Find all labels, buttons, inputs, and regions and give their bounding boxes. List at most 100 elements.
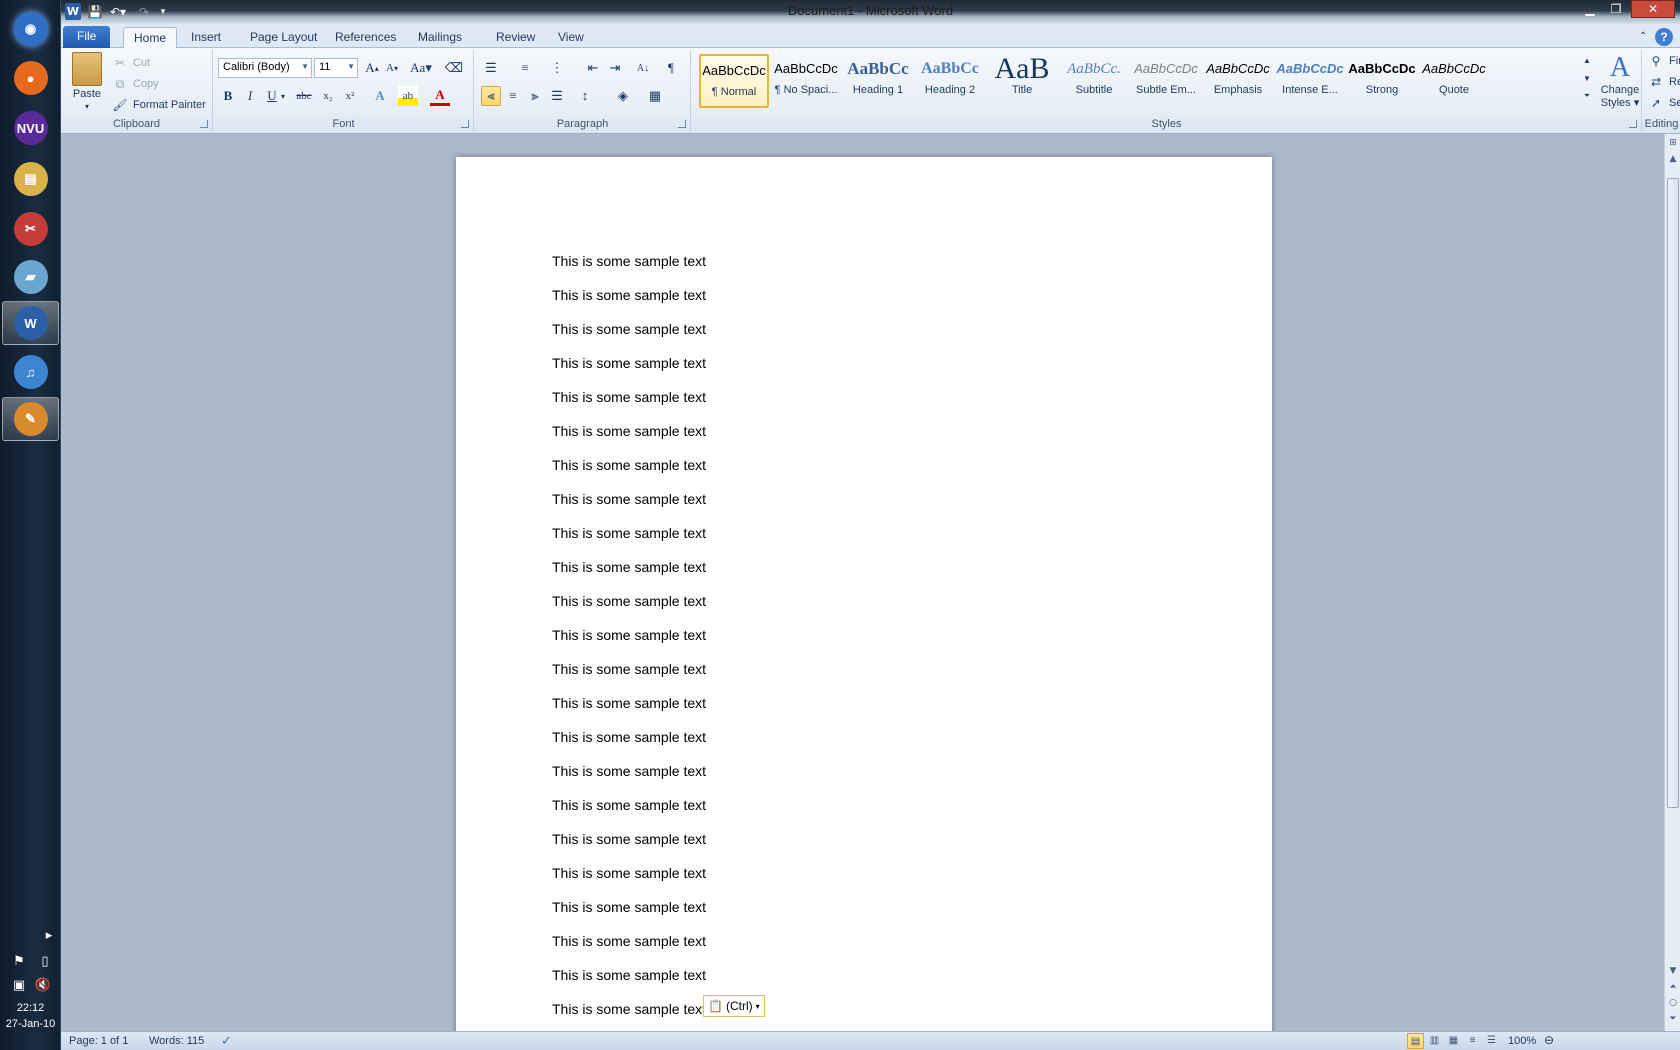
ruler-toggle-icon[interactable]: ⊞ [1665,136,1680,150]
style-gallery-item[interactable]: AaBbCcDc Subtle Em... [1131,54,1201,108]
format-painter-button[interactable]: 🖌 Format Painter [111,96,205,114]
tab-insert[interactable]: Insert [181,27,231,48]
document-paragraph[interactable]: This is some sample text [552,933,706,967]
taskbar-button[interactable]: ◉ [2,7,59,51]
help-icon[interactable]: ? [1655,28,1673,46]
styles-scroll-up-icon[interactable]: ▲ [1577,52,1597,68]
taskbar-button[interactable]: ✎ [2,397,59,441]
tab-references[interactable]: References [325,27,406,48]
select-browse-object-icon[interactable]: ○ [1665,996,1680,1010]
styles-dialog-launcher[interactable] [1629,120,1637,128]
align-center-button[interactable]: ≡ [503,86,523,106]
document-paragraph[interactable]: This is some sample text [552,321,706,355]
document-paragraph[interactable]: This is some sample text [552,457,706,491]
document-paragraph[interactable]: This is some sample text [552,865,706,899]
italic-button[interactable]: I [240,86,260,106]
multilevel-list-icon[interactable]: ⋮ [547,58,567,78]
sort-icon[interactable]: A↓ [633,58,653,78]
document-paragraph[interactable]: This is some sample text [552,287,706,321]
tab-review[interactable]: Review [486,27,545,48]
power-icon[interactable]: ▯ [36,954,54,970]
justify-button[interactable]: ☰ [547,86,567,106]
word-count-status[interactable]: Words: 115 [149,1035,204,1047]
minimize-ribbon-icon[interactable]: ⌃ [1635,27,1651,48]
taskbar-button[interactable]: ✂ [2,207,59,251]
style-gallery-item[interactable]: AaBbCc Heading 1 [843,54,913,108]
taskbar-button[interactable]: ▰ [2,255,59,299]
bullets-icon[interactable]: ☰ [481,58,501,78]
page-count-status[interactable]: Page: 1 of 1 [69,1035,128,1047]
find-button[interactable]: ⚲Find ▾ [1647,52,1680,70]
document-paragraph[interactable]: This is some sample text [552,491,706,525]
borders-icon[interactable]: ▦ [645,86,665,106]
style-gallery-item[interactable]: AaBbCcDc ¶ No Spaci... [771,54,841,108]
restore-button[interactable]: ❐ [1603,0,1629,18]
document-paragraph[interactable]: This is some sample text [552,797,706,831]
highlight-button[interactable]: ab [398,86,418,106]
increase-indent-icon[interactable]: ⇥ [605,58,625,78]
web-layout-view-icon[interactable]: ▦ [1445,1033,1462,1049]
minimize-button[interactable]: ▁ [1577,0,1603,18]
tab-home[interactable]: Home [123,27,178,48]
text-effects-button[interactable]: A [370,86,390,106]
taskbar-button[interactable]: ● [2,56,59,100]
grow-font-button[interactable]: A ▴ [362,58,382,78]
document-paragraph[interactable]: This is some sample text [552,253,706,287]
volume-muted-icon[interactable]: 🔇 [34,978,52,994]
next-page-icon[interactable]: ⏷ [1665,1012,1680,1026]
document-paragraph[interactable]: This is some sample text [552,1001,706,1031]
document-paragraph[interactable]: This is some sample text [552,695,706,729]
clear-formatting-icon[interactable]: ⌫ [444,58,464,78]
styles-scroll-down-icon[interactable]: ▼ [1577,70,1597,86]
cut-button[interactable]: ✂ Cut [111,54,150,72]
superscript-button[interactable]: x² [340,86,360,106]
scrollbar-thumb[interactable] [1667,178,1679,808]
taskbar-button[interactable]: ▤ [2,157,59,201]
document-paragraph[interactable]: This is some sample text [552,899,706,933]
line-spacing-icon[interactable]: ↕ [575,86,595,106]
zoom-out-icon[interactable]: ⊖ [1544,1033,1554,1047]
strikethrough-button[interactable]: abc [294,86,314,106]
shading-icon[interactable]: ◈ [613,86,633,106]
select-button[interactable]: ➚Select ▾ [1647,94,1680,112]
document-body[interactable]: This is some sample text This is some sam… [552,253,706,1031]
paste-button[interactable]: Paste ▾ [67,52,107,116]
document-page[interactable]: This is some sample text This is some sam… [456,157,1272,1031]
font-dialog-launcher[interactable] [461,120,469,128]
align-left-button[interactable]: ⫷ [481,86,501,106]
zoom-level[interactable]: 100% [1508,1035,1536,1047]
style-gallery-item[interactable]: AaBbCcDc Emphasis [1203,54,1273,108]
font-size-combo[interactable]: 11 ▼ [314,58,358,78]
print-layout-view-icon[interactable]: ▤ [1407,1033,1424,1049]
action-center-flag-icon[interactable]: ⚑ [10,954,28,970]
numbering-icon[interactable]: ≡ [515,58,535,78]
replace-button[interactable]: ⇄ Replace [1647,73,1680,91]
style-gallery-item[interactable]: AaBbCc. Subtitle [1059,54,1129,108]
style-gallery-item[interactable]: AaBbCcDc ¶ Normal [699,54,769,108]
decrease-indent-icon[interactable]: ⇤ [583,58,603,78]
paragraph-dialog-launcher[interactable] [678,120,686,128]
paste-options-button[interactable]: 📋 (Ctrl) ▾ [703,995,765,1017]
font-family-combo[interactable]: Calibri (Body) ▼ [218,58,312,78]
tab-file[interactable]: File [63,26,111,48]
document-paragraph[interactable]: This is some sample text [552,389,706,423]
document-paragraph[interactable]: This is some sample text [552,355,706,389]
document-paragraph[interactable]: This is some sample text [552,525,706,559]
styles-more-icon[interactable]: ⏷ [1577,88,1597,104]
network-icon[interactable]: ▣ [10,978,28,994]
draft-view-icon[interactable]: ☰ [1483,1033,1500,1049]
subscript-button[interactable]: x₂ [318,86,338,106]
style-gallery-item[interactable]: AaBbCcDc Quote [1419,54,1489,108]
document-paragraph[interactable]: This is some sample text [552,763,706,797]
tab-page-layout[interactable]: Page Layout [240,27,327,48]
change-styles-button[interactable]: A Change Styles ▾ [1600,52,1640,109]
system-clock[interactable]: 22:12 27-Jan-10 [0,1000,61,1032]
vertical-scrollbar[interactable]: ⊞ ▲ ▼ ⏶ ○ ⏷ [1664,134,1680,1031]
document-paragraph[interactable]: This is some sample text [552,831,706,865]
show-hidden-icons-icon[interactable]: ▸ [40,928,58,944]
previous-page-icon[interactable]: ⏶ [1665,980,1680,994]
scroll-down-icon[interactable]: ▼ [1665,964,1680,978]
change-case-button[interactable]: Aa▾ [408,58,434,78]
show-formatting-marks-icon[interactable]: ¶ [661,58,681,78]
outline-view-icon[interactable]: ≡ [1464,1033,1481,1049]
